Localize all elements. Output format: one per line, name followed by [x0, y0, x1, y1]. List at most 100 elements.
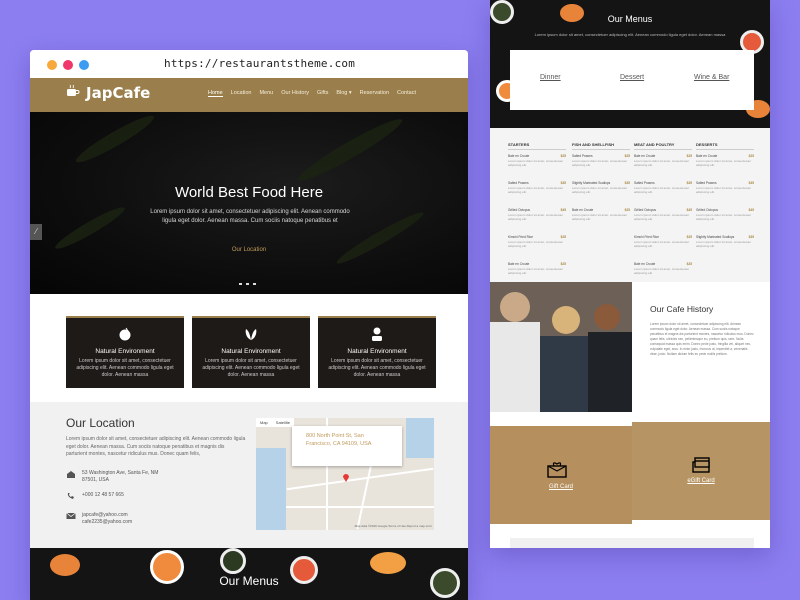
menu-item: Kimchi Fried Rice $25 Lorem ipsum dolor si… [508, 235, 566, 248]
menu-item: Kimchi Fried Rice $25 Lorem ipsum dolor si… [634, 235, 692, 248]
nav-reservation[interactable]: Reservation [360, 90, 389, 97]
menu-column-fish: FISH AND SHELLFISH Salted Prawns $25 Lorem… [572, 142, 630, 221]
menu-item: Slightly Marinated Scallops $35 Lorem ipsu… [572, 181, 630, 194]
gift-card-tile[interactable]: Gift Card [490, 426, 632, 524]
menus-title: Our Menus [219, 574, 279, 588]
menu-item: Slightly Marinated Scallops $35 Lorem ipsu… [696, 235, 754, 248]
menu-item: Bale en Croute $25 Lorem ipsum dolor sit a… [634, 262, 692, 275]
hero-title: World Best Food Here [174, 184, 324, 201]
menu-tabs: Dinner Dessert Wine & Bar [510, 50, 754, 110]
feature-title: Natural Environment [95, 348, 155, 355]
menu-column-desserts: DESSERTS Bale en Croute $25 Lorem ipsum do… [696, 142, 754, 248]
address-bar-url[interactable]: https://restaurantstheme.com [164, 57, 355, 70]
nav-home[interactable]: Home [208, 90, 223, 97]
site-logo[interactable]: JapCafe [86, 84, 150, 102]
menus-subtitle: Lorem ipsum dolor sit amet, consectetuer… [534, 32, 726, 37]
feature-text: Lorem ipsum dolor sit amet, consectetuer… [202, 358, 300, 378]
map-tab-satellite[interactable]: Satellite [272, 418, 294, 427]
menu-item: Salted Prawns $35 Lorem ipsum dolor sit am… [508, 181, 566, 194]
hero-leaf-decoration [52, 202, 128, 254]
feature-title: Natural Environment [221, 348, 281, 355]
location-email: japcafe@yahoo.com cafe2235@yahoo.com [66, 512, 132, 526]
nav-contact[interactable]: Contact [397, 90, 416, 97]
window-minimize-dot[interactable] [47, 60, 57, 70]
hero-banner: ⁄ World Best Food Here Lorem ipsum dolor… [30, 112, 468, 294]
features-section: Natural Environment Lorem ipsum dolor si… [30, 294, 468, 402]
egift-card-tile[interactable]: eGift Card [632, 422, 770, 520]
staff-photo [490, 282, 632, 412]
map-attribution: Map data ©2016 Google Terms of Use Repor… [354, 524, 432, 528]
location-description: Lorem ipsum dolor sit amet, consectetuer… [66, 436, 246, 457]
menu-list: STARTERS Bale en Croute $25 Lorem ipsum do… [490, 128, 770, 282]
slider-dots[interactable] [239, 283, 256, 285]
map-tab-map[interactable]: Map [256, 418, 272, 427]
left-browser-mockup: https://restaurantstheme.com JapCafe Hom… [30, 50, 468, 600]
menu-item: Bale en Croute $25 Lorem ipsum dolor sit a… [572, 208, 630, 221]
gift-box-icon [547, 462, 567, 478]
history-text: Lorem ipsum dolor sit amet, consectetuer… [650, 322, 754, 356]
gift-card-link[interactable]: Gift Card [490, 484, 632, 490]
lotus-leaf-icon [245, 329, 257, 340]
coffee-cup-icon [67, 84, 80, 96]
home-icon [67, 471, 75, 478]
menu-item: Grilled Octopus $45 Lorem ipsum dolor sit … [508, 208, 566, 221]
food-bowl-icon [119, 327, 131, 341]
menu-item: Salted Prawns $35 Lorem ipsum dolor sit am… [634, 181, 692, 194]
menu-column-starters: STARTERS Bale en Croute $25 Lorem ipsum do… [508, 142, 566, 275]
hero-subtitle: Lorem ipsum dolor sit amet, consectetuer… [150, 209, 350, 224]
menu-item: Bale en Croute $25 Lorem ipsum dolor sit a… [634, 154, 692, 167]
nav-location[interactable]: Location [231, 90, 252, 97]
feature-title: Natural Environment [347, 348, 407, 355]
egift-card-link[interactable]: eGift Card [632, 478, 770, 484]
tab-dinner[interactable]: Dinner [540, 74, 561, 81]
menu-column-meat: MEAT AND POULTRY Bale en Croute $25 Lorem … [634, 142, 692, 275]
window-close-dot[interactable] [63, 60, 73, 70]
hero-leaf-decoration [294, 113, 406, 187]
site-header: JapCafe Home Location Menu Our History G… [30, 78, 468, 112]
cafe-history-section: Our Cafe History Lorem ipsum dolor sit a… [490, 282, 770, 422]
nav-our-history[interactable]: Our History [281, 90, 309, 97]
main-nav: Home Location Menu Our History Gifts Blo… [208, 90, 416, 97]
menu-item: Salted Prawns $25 Lorem ipsum dolor sit am… [572, 154, 630, 167]
menu-item: Bale en Croute $25 Lorem ipsum dolor sit a… [508, 262, 566, 275]
window-maximize-dot[interactable] [79, 60, 89, 70]
browser-chrome: https://restaurantstheme.com [30, 50, 468, 78]
feature-card: Natural Environment Lorem ipsum dolor si… [66, 316, 184, 388]
hero-location-link[interactable]: Our Location [30, 247, 468, 253]
menu-item: Bale en Croute $25 Lorem ipsum dolor sit a… [696, 154, 754, 167]
feature-text: Lorem ipsum dolor sit amet, consectetuer… [76, 358, 174, 378]
footer-strip [510, 538, 754, 548]
map-type-tabs[interactable]: Map Satellite [256, 418, 295, 427]
map-pin-icon[interactable] [342, 472, 350, 482]
menus-banner: Our Menus [30, 548, 468, 600]
history-title: Our Cafe History [650, 304, 714, 314]
right-browser-mockup: Our Menus Lorem ipsum dolor sit amet, co… [490, 0, 770, 548]
menus-header: Our Menus Lorem ipsum dolor sit amet, co… [490, 0, 770, 128]
slider-prev-arrow[interactable]: ⁄ [30, 224, 42, 240]
map-info-popup: 800 North Point St, San Francisco, CA 94… [292, 426, 402, 466]
hero-leaf-decoration [72, 112, 158, 168]
location-map[interactable]: Map Satellite 800 North Point St, San Fr… [256, 418, 434, 530]
location-phone: +000 12 48 57 665 [66, 492, 124, 500]
location-section: Our Location Lorem ipsum dolor sit amet,… [30, 402, 468, 548]
feature-card: Natural Environment Lorem ipsum dolor si… [318, 316, 436, 388]
location-title: Our Location [66, 416, 135, 430]
feature-card: Natural Environment Lorem ipsum dolor si… [192, 316, 310, 388]
nav-blog[interactable]: Blog ▾ [336, 90, 351, 97]
menu-item: Grilled Octopus $45 Lorem ipsum dolor sit … [634, 208, 692, 221]
menu-item: Grilled Octopus $45 Lorem ipsum dolor sit … [696, 208, 754, 221]
tab-wine-bar[interactable]: Wine & Bar [694, 74, 729, 81]
chef-icon [372, 327, 382, 341]
menu-item: Bale en Croute $25 Lorem ipsum dolor sit a… [508, 154, 566, 167]
tab-dessert[interactable]: Dessert [620, 74, 644, 81]
nav-gifts[interactable]: Gifts [317, 90, 328, 97]
credit-card-icon [692, 457, 710, 473]
feature-text: Lorem ipsum dolor sit amet, consectetuer… [328, 358, 426, 378]
menu-item: Salted Prawns $35 Lorem ipsum dolor sit am… [696, 181, 754, 194]
gift-cards-section: Gift Card eGift Card [490, 422, 770, 548]
location-address: 53 Washington Ave, Santa Fe, NM 87501, U… [66, 470, 166, 484]
phone-icon [67, 493, 74, 499]
menus-title: Our Menus [607, 14, 653, 24]
nav-menu[interactable]: Menu [259, 90, 273, 97]
mail-icon [66, 512, 76, 519]
